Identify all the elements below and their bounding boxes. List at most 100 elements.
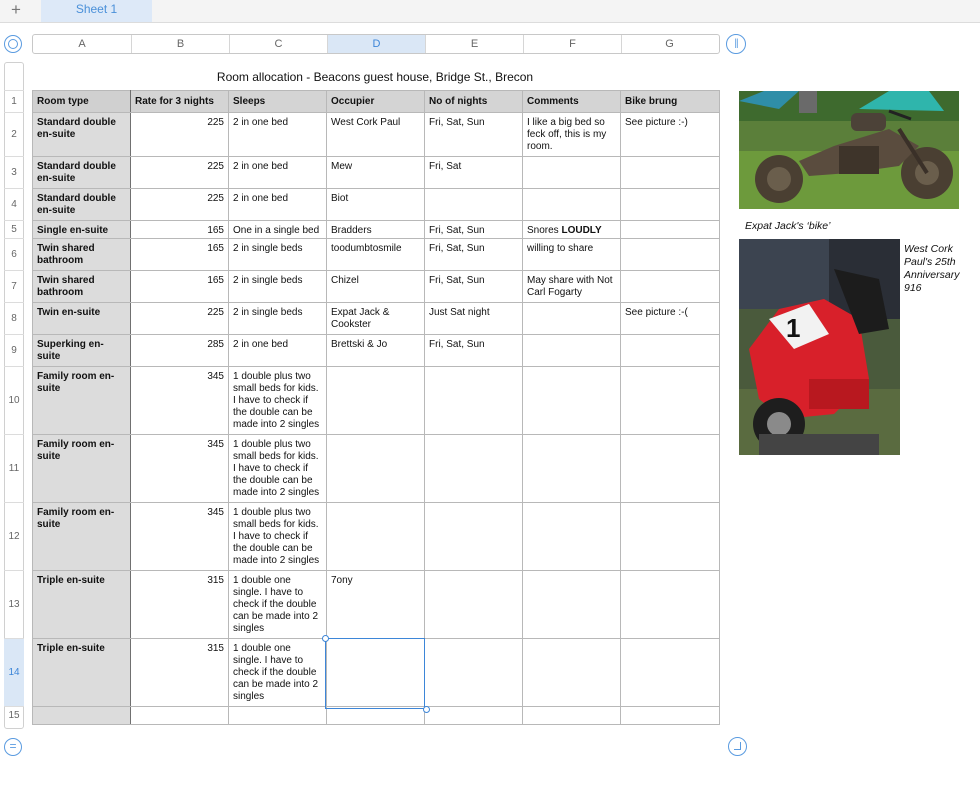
cell-B3[interactable]: 225 (130, 156, 229, 189)
cell-A8[interactable]: Twin en-suite (32, 302, 131, 335)
cell-C15[interactable] (228, 706, 327, 725)
cell-G4[interactable] (620, 188, 720, 221)
cell-D9[interactable]: Brettski & Jo (326, 334, 425, 367)
bike-photo[interactable] (739, 91, 959, 209)
row-header-13[interactable]: 13 (4, 570, 24, 638)
row-header-2[interactable]: 2 (4, 112, 24, 156)
cell-A13[interactable]: Triple en-suite (32, 570, 131, 639)
cell-F6[interactable]: willing to share (522, 238, 621, 271)
cell-C4[interactable]: 2 in one bed (228, 188, 327, 221)
cell-E13[interactable] (424, 570, 523, 639)
column-handle-button[interactable] (726, 34, 746, 54)
cell-C3[interactable]: 2 in one bed (228, 156, 327, 189)
cell-C2[interactable]: 2 in one bed (228, 112, 327, 157)
cell-E6[interactable]: Fri, Sat, Sun (424, 238, 523, 271)
cell-C12[interactable]: 1 double plus two small beds for kids. I… (228, 502, 327, 571)
cell-E2[interactable]: Fri, Sat, Sun (424, 112, 523, 157)
select-table-button[interactable] (4, 35, 22, 53)
column-header-G[interactable]: G (621, 35, 717, 53)
cell-F8[interactable] (522, 302, 621, 335)
cell-B10[interactable]: 345 (130, 366, 229, 435)
cell-D10[interactable] (326, 366, 425, 435)
selected-cell-D14[interactable] (325, 638, 425, 709)
cell-G8[interactable]: See picture :-( (620, 302, 720, 335)
cell-B8[interactable]: 225 (130, 302, 229, 335)
cell-A6[interactable]: Twin shared bathroom (32, 238, 131, 271)
cell-C13[interactable]: 1 double one single. I have to check if … (228, 570, 327, 639)
cell-E12[interactable] (424, 502, 523, 571)
cell-A10[interactable]: Family room en-suite (32, 366, 131, 435)
cell-A2[interactable]: Standard double en-suite (32, 112, 131, 157)
cell-D6[interactable]: toodumbtosmile (326, 238, 425, 271)
cell-D15[interactable] (326, 706, 425, 725)
row-header-11[interactable]: 11 (4, 434, 24, 502)
resize-table-button[interactable] (728, 737, 747, 756)
column-header-F[interactable]: F (523, 35, 621, 53)
column-header-E[interactable]: E (425, 35, 523, 53)
cell-F13[interactable] (522, 570, 621, 639)
cell-C7[interactable]: 2 in single beds (228, 270, 327, 303)
cell-A9[interactable]: Superking en-suite (32, 334, 131, 367)
cell-A5[interactable]: Single en-suite (32, 220, 131, 239)
cell-F15[interactable] (522, 706, 621, 725)
cell-F11[interactable] (522, 434, 621, 503)
cell-E3[interactable]: Fri, Sat (424, 156, 523, 189)
cell-B9[interactable]: 285 (130, 334, 229, 367)
cell-E11[interactable] (424, 434, 523, 503)
cell-D5[interactable]: Bradders (326, 220, 425, 239)
row-header-3[interactable]: 3 (4, 156, 24, 188)
header-cell-D[interactable]: Occupier (326, 90, 425, 113)
cell-F4[interactable] (522, 188, 621, 221)
cell-G14[interactable] (620, 638, 720, 707)
row-header-7[interactable]: 7 (4, 270, 24, 302)
cell-B6[interactable]: 165 (130, 238, 229, 271)
cell-G11[interactable] (620, 434, 720, 503)
row-header-15[interactable]: 15 (4, 706, 24, 724)
cell-A7[interactable]: Twin shared bathroom (32, 270, 131, 303)
row-header-1[interactable]: 1 (4, 90, 24, 112)
cell-G13[interactable] (620, 570, 720, 639)
cell-C8[interactable]: 2 in single beds (228, 302, 327, 335)
header-cell-F[interactable]: Comments (522, 90, 621, 113)
cell-D3[interactable]: Mew (326, 156, 425, 189)
cell-E14[interactable] (424, 638, 523, 707)
header-cell-B[interactable]: Rate for 3 nights (130, 90, 229, 113)
cell-F12[interactable] (522, 502, 621, 571)
cell-F7[interactable]: May share with Not Carl Fogarty (522, 270, 621, 303)
cell-C10[interactable]: 1 double plus two small beds for kids. I… (228, 366, 327, 435)
tab-sheet-1[interactable]: Sheet 1 (41, 0, 152, 22)
column-header-C[interactable]: C (229, 35, 327, 53)
column-header-D[interactable]: D (327, 35, 425, 53)
cell-D11[interactable] (326, 434, 425, 503)
cell-A14[interactable]: Triple en-suite (32, 638, 131, 707)
cell-D7[interactable]: Chizel (326, 270, 425, 303)
cell-E9[interactable]: Fri, Sat, Sun (424, 334, 523, 367)
cell-A4[interactable]: Standard double en-suite (32, 188, 131, 221)
row-header-4[interactable]: 4 (4, 188, 24, 220)
cell-G3[interactable] (620, 156, 720, 189)
cell-B4[interactable]: 225 (130, 188, 229, 221)
column-header-A[interactable]: A (33, 35, 131, 53)
cell-G2[interactable]: See picture :-) (620, 112, 720, 157)
selection-handle-top-left[interactable] (322, 635, 329, 642)
cell-C14[interactable]: 1 double one single. I have to check if … (228, 638, 327, 707)
cell-D2[interactable]: West Cork Paul (326, 112, 425, 157)
row-header-14[interactable]: 14 (4, 638, 24, 706)
cell-F10[interactable] (522, 366, 621, 435)
cell-E8[interactable]: Just Sat night (424, 302, 523, 335)
cell-B2[interactable]: 225 (130, 112, 229, 157)
header-cell-A[interactable]: Room type (32, 90, 131, 113)
cell-G15[interactable] (620, 706, 720, 725)
row-header-8[interactable]: 8 (4, 302, 24, 334)
cell-C11[interactable]: 1 double plus two small beds for kids. I… (228, 434, 327, 503)
cell-B12[interactable]: 345 (130, 502, 229, 571)
cell-B15[interactable] (130, 706, 229, 725)
cell-D8[interactable]: Expat Jack & Cookster (326, 302, 425, 335)
cell-G7[interactable] (620, 270, 720, 303)
cell-A12[interactable]: Family room en-suite (32, 502, 131, 571)
column-header-B[interactable]: B (131, 35, 229, 53)
cell-G9[interactable] (620, 334, 720, 367)
header-cell-G[interactable]: Bike brung (620, 90, 720, 113)
scooter-photo[interactable]: 1 (739, 239, 900, 455)
cell-E10[interactable] (424, 366, 523, 435)
